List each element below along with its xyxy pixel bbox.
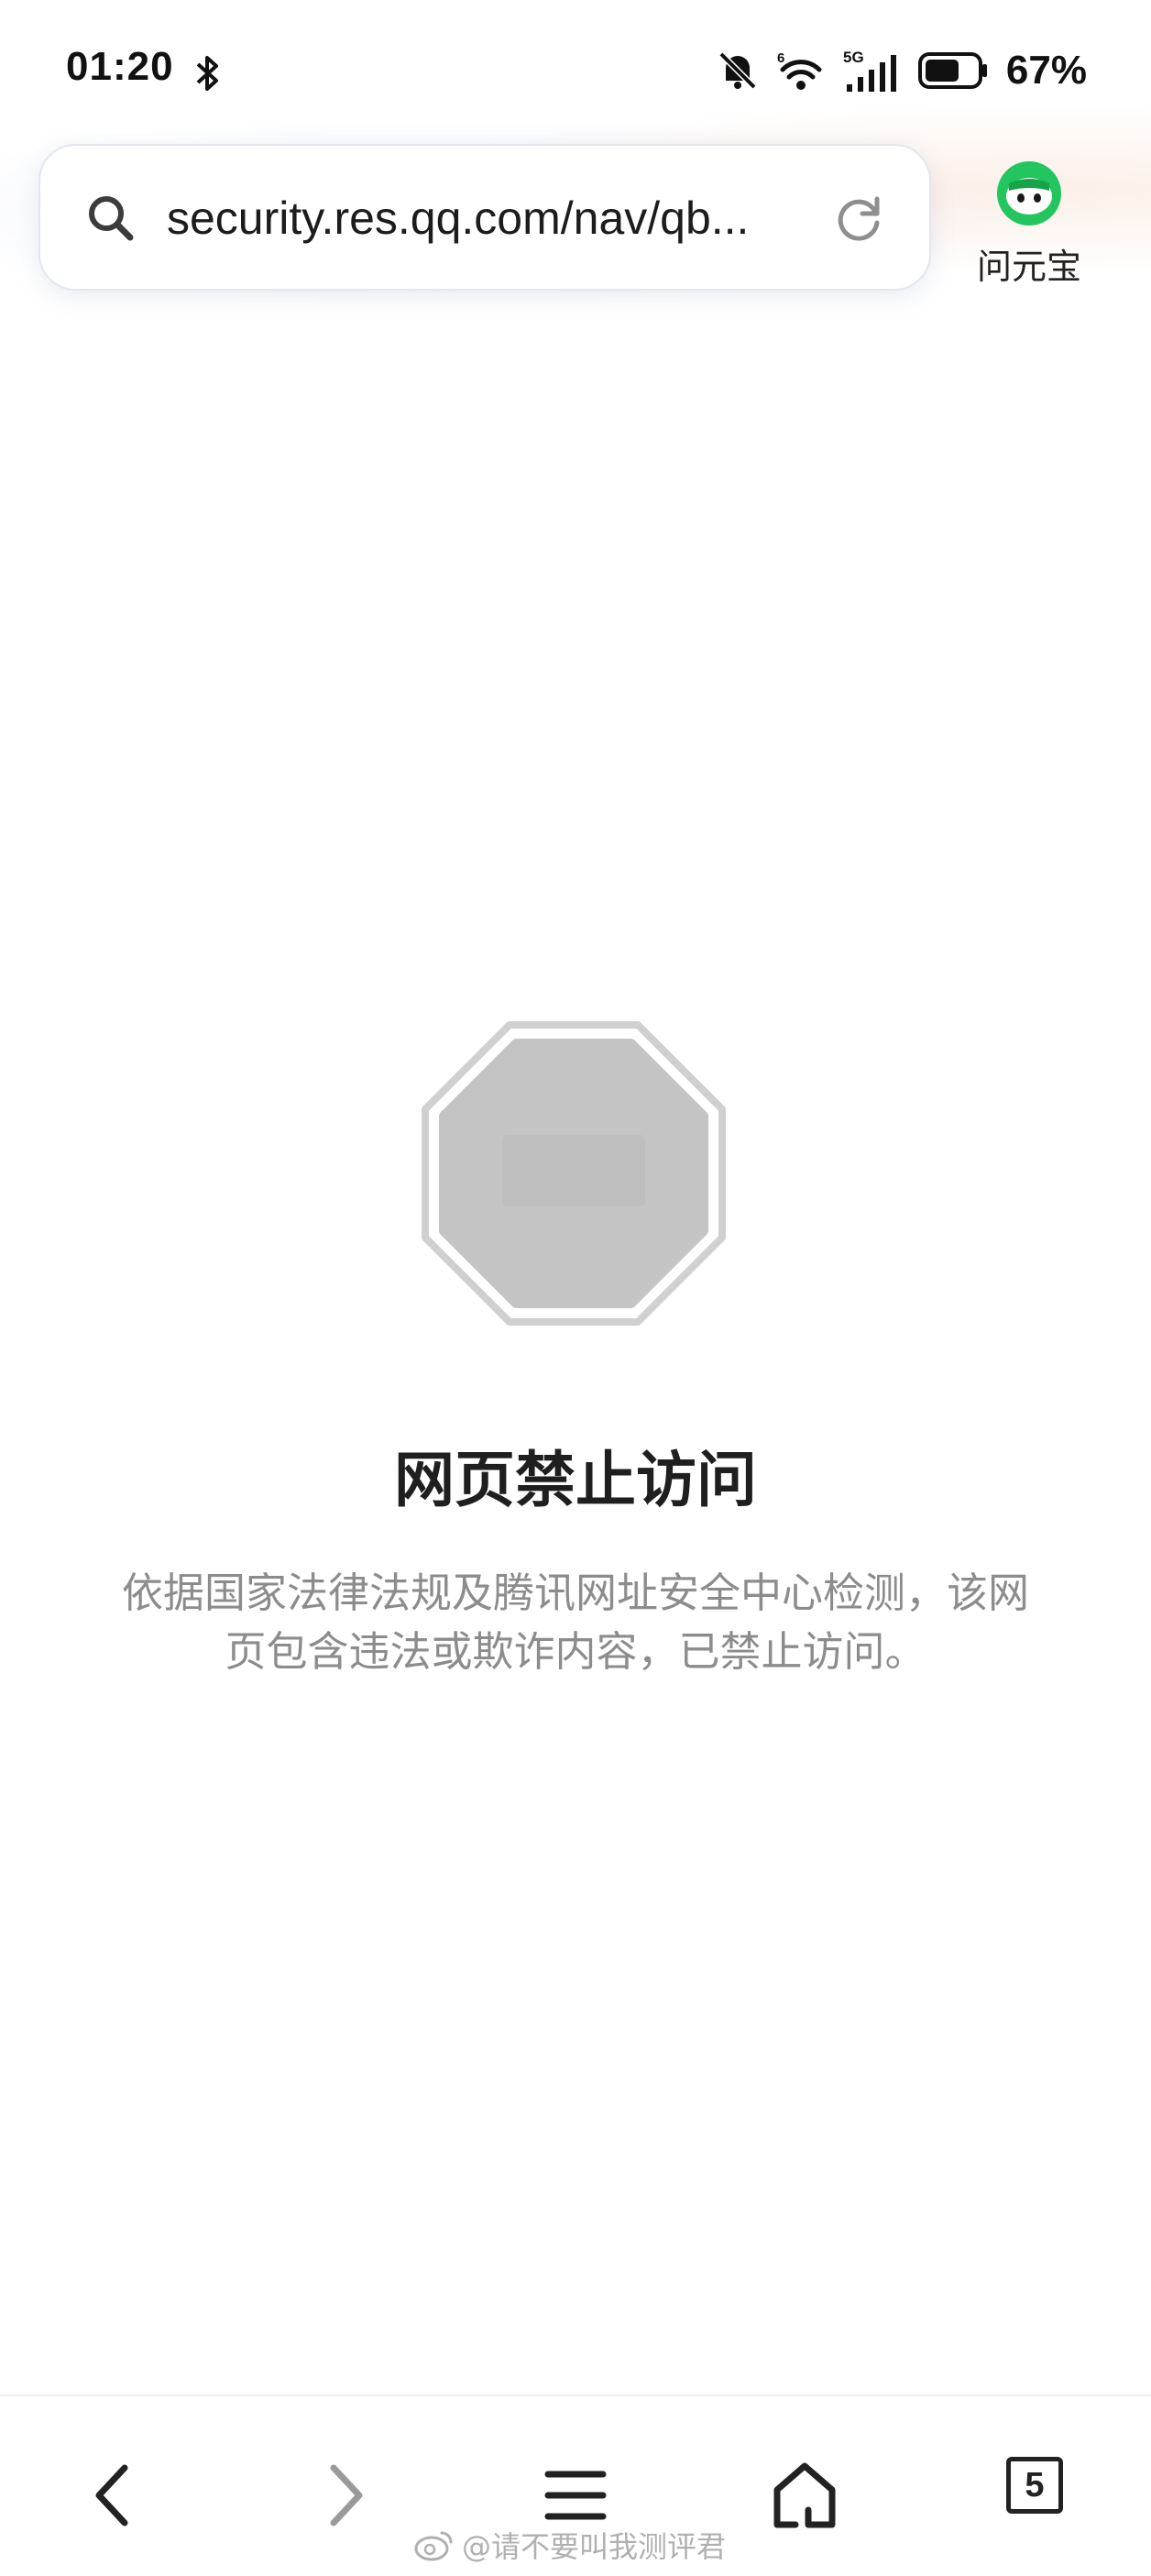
watermark: @请不要叫我测评君 (414, 2525, 726, 2565)
forward-icon[interactable] (319, 2459, 374, 2532)
home-icon[interactable] (768, 2459, 841, 2532)
menu-icon[interactable] (543, 2467, 608, 2524)
yuanbao-label[interactable]: 问元宝 (962, 238, 1096, 289)
watermark-text: @请不要叫我测评君 (462, 2529, 727, 2564)
battery-percentage: 67% (1005, 48, 1087, 93)
yuanbao-avatar-icon[interactable] (995, 160, 1063, 227)
bluetooth-icon (196, 56, 218, 91)
status-time: 01:20 (66, 44, 174, 89)
search-icon[interactable] (82, 190, 139, 247)
status-icons: 6 5G 67% (717, 44, 1087, 97)
stop-sign-icon (422, 1021, 726, 1326)
network-type: 5G (843, 49, 864, 66)
weibo-icon (414, 2531, 453, 2561)
address-bar[interactable]: security.res.qq.com/nav/qb... (38, 144, 931, 291)
mute-bell-icon (718, 51, 757, 90)
battery-icon (917, 52, 987, 89)
url-text[interactable]: security.res.qq.com/nav/qb... (167, 190, 845, 247)
yuanbao-assistant-button[interactable]: 问元宝 (962, 154, 1096, 292)
back-button[interactable] (66, 2449, 158, 2541)
back-icon[interactable] (84, 2459, 139, 2532)
reload-icon[interactable] (830, 190, 887, 247)
home-button[interactable] (759, 2449, 850, 2541)
page-title: 网页禁止访问 (394, 1445, 757, 1515)
signal-icon: 5G (843, 49, 896, 92)
page-description: 依据国家法律法规及腾讯网址安全中心检测，该网页包含违法或欺诈内容，已禁止访问。 (121, 1569, 1029, 1676)
wifi-icon: 6 (777, 50, 822, 90)
forward-button[interactable] (301, 2449, 392, 2541)
wifi-label: 6 (777, 50, 784, 66)
tabs-button[interactable]: 5 (1006, 2457, 1063, 2514)
